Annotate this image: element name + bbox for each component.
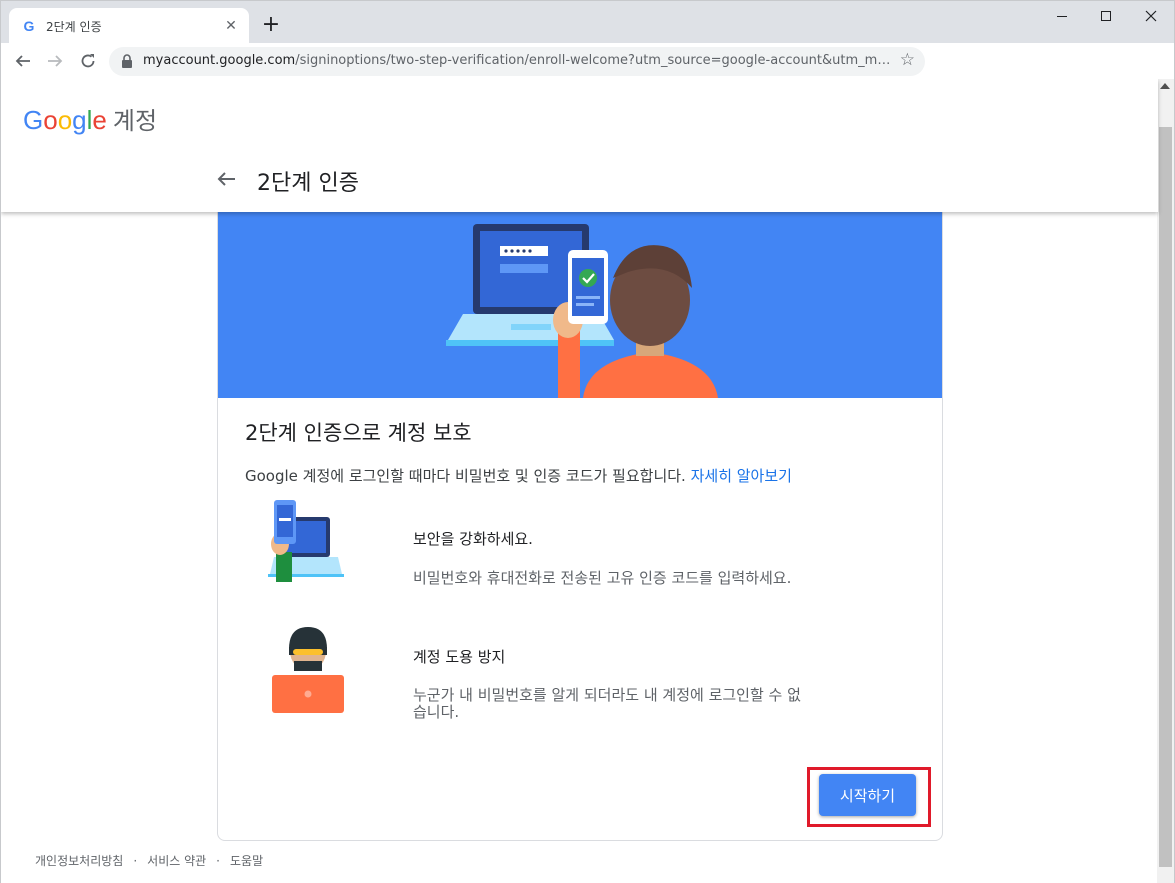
arrow-right-icon <box>48 55 63 67</box>
feature-title-prevent: 계정 도용 방지 <box>413 648 506 666</box>
scroll-thumb[interactable] <box>1159 127 1172 867</box>
tab-close-icon[interactable]: ✕ <box>221 16 241 36</box>
brand-suffix: 계정 <box>112 108 158 135</box>
browser-tab[interactable]: G 2단계 인증 ✕ <box>9 8 249 44</box>
arrow-left-icon <box>15 55 30 67</box>
close-icon <box>1145 10 1157 22</box>
back-button[interactable] <box>11 49 35 73</box>
google-favicon-icon: G <box>23 18 35 34</box>
maximize-button[interactable] <box>1083 1 1129 31</box>
page-content: Google 계정 2단계 인증 2단계 인증으로 계정 보호 Google 계… <box>0 79 1175 883</box>
window-close-button[interactable] <box>1128 1 1174 31</box>
card-description: Google 계정에 로그인할 때마다 비밀번호 및 인증 코드가 필요합니다.… <box>245 465 792 486</box>
terms-link[interactable]: 서비스 약관 <box>147 854 206 868</box>
enroll-card: 2단계 인증으로 계정 보호 Google 계정에 로그인할 때마다 비밀번호 … <box>217 199 943 841</box>
help-link[interactable]: 도움말 <box>230 854 263 868</box>
security-illustration <box>268 500 344 582</box>
minimize-icon <box>1057 15 1067 17</box>
reload-icon <box>81 54 95 68</box>
url-host: myaccount.google.com <box>143 53 296 68</box>
feature-desc-prevent: 누군가 내 비밀번호를 알게 되더라도 내 계정에 로그인할 수 없습니다. <box>413 686 801 721</box>
browser-toolbar: myaccount.google.com/signinoptions/two-s… <box>0 43 1175 79</box>
minimize-button[interactable] <box>1039 1 1085 31</box>
footer: 개인정보처리방침 · 서비스 약관 · 도움말 <box>35 852 263 869</box>
page-title: 2단계 인증 <box>257 171 359 196</box>
laptop-phone-illustration <box>446 224 718 398</box>
feature-title-security: 보안을 강화하세요. <box>413 530 533 548</box>
bookmark-star-icon[interactable]: ☆ <box>900 50 915 70</box>
start-button[interactable]: 시작하기 <box>819 774 916 816</box>
description-text: Google 계정에 로그인할 때마다 비밀번호 및 인증 코드가 필요합니다. <box>245 467 691 485</box>
url-text: myaccount.google.com/signinoptions/two-s… <box>143 53 893 68</box>
new-tab-button[interactable]: + <box>259 13 283 37</box>
reload-button[interactable] <box>76 49 100 73</box>
back-arrow-icon[interactable] <box>213 165 241 193</box>
forward-button[interactable] <box>43 49 67 73</box>
google-account-logo[interactable]: Google 계정 <box>23 101 157 136</box>
privacy-policy-link[interactable]: 개인정보처리방침 <box>35 854 123 868</box>
vertical-scrollbar[interactable] <box>1157 79 1174 883</box>
scroll-up-icon[interactable] <box>1160 83 1170 89</box>
url-path: /signinoptions/two-step-verification/enr… <box>295 53 893 68</box>
feature-desc-security: 비밀번호와 휴대전화로 전송된 고유 인증 코드를 입력하세요. <box>413 569 792 587</box>
hero-banner <box>218 200 942 398</box>
learn-more-link[interactable]: 자세히 알아보기 <box>691 467 792 485</box>
hacker-illustration <box>272 627 344 713</box>
footer-separator: · <box>216 854 220 868</box>
tab-strip: G 2단계 인증 ✕ + <box>0 0 1175 44</box>
tab-title: 2단계 인증 <box>46 20 102 34</box>
account-header: Google 계정 2단계 인증 <box>1 79 1158 212</box>
maximize-icon <box>1101 11 1111 21</box>
address-bar[interactable]: myaccount.google.com/signinoptions/two-s… <box>109 47 925 76</box>
lock-icon <box>122 54 132 68</box>
footer-separator: · <box>133 854 138 868</box>
card-heading: 2단계 인증으로 계정 보호 <box>245 421 472 445</box>
